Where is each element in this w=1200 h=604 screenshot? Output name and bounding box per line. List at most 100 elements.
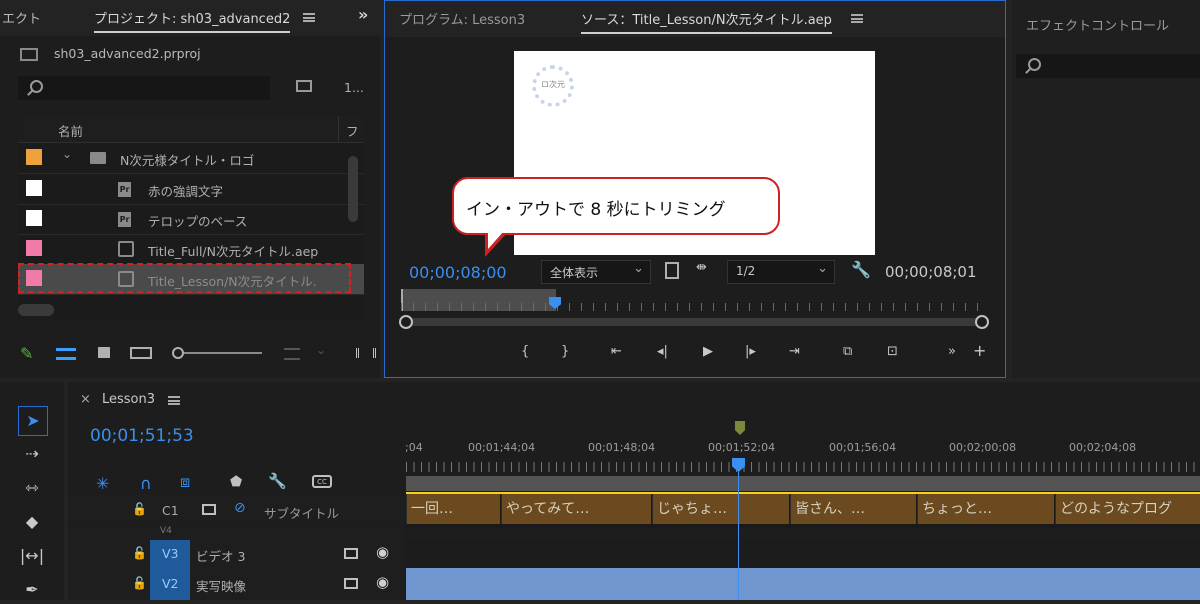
label-color-swatch[interactable] [26,149,42,165]
effects-search-input[interactable] [1016,54,1200,78]
sort-icon[interactable] [284,348,300,360]
label-color-swatch[interactable] [26,240,42,256]
ruler-label: 00;01;56;04 [829,441,897,454]
timeline-menu-icon[interactable] [168,396,180,405]
list-view-icon[interactable] [56,348,76,360]
track-header-v3: 🔓 V3 ビデオ 3 ◉ [68,540,404,568]
resolution-select[interactable]: 1/2 ⌄ [727,260,835,284]
eye-icon[interactable]: ◉ [376,573,389,591]
list-item[interactable]: Pr 赤の強調文字 [18,174,364,205]
add-button-icon[interactable]: + [973,341,986,360]
lock-icon[interactable]: 🔓 [132,576,147,590]
caption-clip[interactable]: じゃちょ… [652,494,789,524]
caption-clip[interactable]: ちょっと… [917,494,1054,524]
tab-project[interactable]: プロジェクト: sh03_advanced2 [94,8,291,33]
expand-panels-icon[interactable]: » [358,5,368,24]
zoom-select[interactable]: 全体表示 ⌄ [541,260,651,284]
waveform-icon[interactable]: ⇼ [696,260,707,275]
step-forward-button[interactable]: |▸ [745,344,756,359]
selection-tool[interactable]: ➤ [18,406,48,436]
caption-clip[interactable]: 一回… [406,494,500,524]
effect-controls-title[interactable]: エフェクトコントロール [1026,15,1169,34]
tab-program[interactable]: プログラム: Lesson3 [399,9,525,28]
nest-icon[interactable]: ✳ [96,474,109,493]
caption-clip[interactable]: やってみて… [501,494,651,524]
wrench-icon[interactable]: 🔧 [268,472,287,490]
horizontal-scrollbar[interactable] [18,304,54,316]
find-icon[interactable] [296,80,312,92]
label-color-swatch[interactable] [26,180,42,196]
captions-icon[interactable]: CC [312,475,332,488]
zoom-slider[interactable] [172,347,262,359]
sort-chevron-icon[interactable]: ⌄ [316,343,326,357]
panel-menu-icon[interactable] [303,13,315,22]
more-controls-icon[interactable]: » [948,344,956,359]
scroll-right-handle[interactable] [975,315,989,329]
sync-icon[interactable] [344,548,358,559]
close-tab-icon[interactable]: × [80,392,91,407]
go-to-in-button[interactable]: ⇤ [611,344,622,359]
mark-in-button[interactable]: { [521,344,529,359]
wrench-icon[interactable]: 🔧 [851,260,871,279]
list-item[interactable]: Pr テロップのベース [18,204,364,235]
overwrite-button[interactable]: ⊡ [887,344,898,359]
icon-view-icon[interactable] [98,347,110,358]
automate-icon[interactable] [356,348,376,358]
sync-icon[interactable] [344,578,358,589]
zoom-scrollbar[interactable] [399,315,989,329]
search-icon [1028,58,1041,71]
freeform-view-icon[interactable] [130,347,152,359]
pencil-icon[interactable]: ✎ [20,344,33,363]
razor-tool[interactable]: ◆ [18,508,46,536]
lock-icon[interactable]: 🔓 [132,546,147,560]
title-file-icon: Pr [118,212,131,227]
project-search-input[interactable] [18,76,270,100]
panel-menu-icon[interactable] [851,14,863,23]
sync-icon[interactable] [202,504,216,515]
scroll-left-handle[interactable] [399,315,413,329]
ruler-ticks [401,303,985,311]
track-header-v2: 🔓 V2 実写映像 ◉ [68,568,404,600]
caption-clip[interactable]: 皆さん、… [790,494,916,524]
timeline-work-area[interactable] [406,476,1200,491]
column-right-header[interactable]: フ [346,121,359,140]
tab-source[interactable]: ソース：Title_Lesson/N次元タイトル.aep [581,9,832,34]
eye-hidden-icon[interactable]: ⊘ [234,500,246,516]
timeline-ruler-ticks[interactable] [406,462,1200,472]
track-select-tool[interactable]: ⇢ [18,440,46,468]
column-name-header[interactable]: 名前 [58,121,83,140]
insert-button[interactable]: ⧉ [843,344,852,359]
caption-clip[interactable]: どのようなプログ [1055,494,1200,524]
marker-icon[interactable]: ⬟ [230,474,242,490]
list-scrollbar[interactable] [348,156,358,222]
list-item[interactable]: ⌄ N次元様タイトル・ロゴ [18,143,364,174]
slip-tool[interactable]: |↔| [18,542,46,570]
track-name: サブタイトル [264,506,340,521]
ripple-edit-tool[interactable]: ⇿ [18,474,46,502]
chevron-down-icon[interactable]: ⌄ [62,147,72,161]
video-clip-v2[interactable] [406,568,1200,600]
mark-out-button[interactable]: } [561,344,569,359]
step-back-button[interactable]: ◂| [657,344,668,359]
play-button[interactable]: ▶ [703,344,713,359]
composition-icon [118,241,134,257]
tab-sequence[interactable]: Lesson3 [102,392,155,407]
timecode-current[interactable]: 00;00;08;00 [409,263,507,282]
zoom-slider-track [184,352,262,354]
source-time-ruler[interactable] [401,289,985,313]
column-divider[interactable] [338,116,339,142]
snap-icon[interactable]: ∩ [140,474,152,493]
go-to-out-button[interactable]: ⇥ [789,344,800,359]
lock-icon[interactable]: 🔓 [132,502,147,516]
track-header-v4: V4 [68,526,404,540]
label-color-swatch[interactable] [26,210,42,226]
tab-effects-truncated[interactable]: エクト [2,8,41,27]
zoom-slider-knob[interactable] [172,347,184,359]
track-name: ビデオ 3 [196,549,246,564]
logo-text: ロ次元 [541,80,565,89]
eye-icon[interactable]: ◉ [376,543,389,561]
safe-margins-icon[interactable] [665,262,679,279]
linked-selection-icon[interactable]: ⧈ [180,472,190,492]
list-item[interactable]: Title_Full/N次元タイトル.aep [18,234,364,265]
timeline-timecode[interactable]: 00;01;51;53 [90,426,194,446]
